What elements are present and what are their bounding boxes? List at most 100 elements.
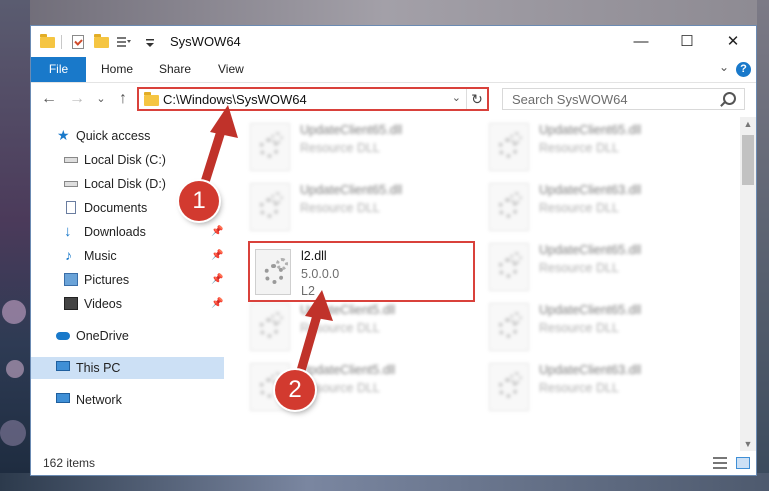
sidebar-item-label: Videos [84, 297, 122, 311]
file-item[interactable]: UpdateClient65.dll Resource DLL [250, 183, 480, 239]
address-path[interactable]: C:\Windows\SysWOW64 [163, 92, 307, 107]
dll-file-icon [489, 243, 529, 291]
quick-access-dropdown-icon[interactable] [144, 34, 160, 50]
videos-icon [64, 297, 78, 310]
pin-icon[interactable]: 📌 [211, 269, 223, 291]
blossom-decoration [0, 420, 26, 446]
file-item[interactable]: UpdateClient65.dll Resource DLL [489, 303, 719, 359]
up-button[interactable]: ↑ [113, 89, 133, 109]
customize-toolbar-icon[interactable] [116, 34, 132, 50]
dll-file-icon [489, 123, 529, 171]
folder-icon [144, 92, 159, 106]
file-type: Resource DLL [539, 261, 619, 275]
network-icon [56, 393, 70, 403]
pin-icon[interactable]: 📌 [211, 245, 223, 267]
tab-view[interactable]: View [218, 57, 244, 82]
file-name: UpdateClient65.dll [539, 243, 642, 257]
music-icon: ♪ [65, 247, 72, 263]
tab-share[interactable]: Share [159, 57, 191, 82]
expand-ribbon-icon[interactable]: ⌄ [719, 60, 729, 74]
vertical-scrollbar[interactable]: ▲ ▼ [740, 117, 756, 451]
file-item[interactable]: UpdateClient63.dll Resource DLL [489, 363, 719, 419]
window-title: SysWOW64 [170, 34, 241, 49]
file-name: UpdateClient65.dll [300, 123, 403, 137]
item-count: 162 items [43, 456, 96, 470]
address-dropdown-icon[interactable]: ⌄ [452, 91, 461, 104]
sidebar-item-label: Local Disk (D:) [84, 177, 166, 191]
file-name: UpdateClient65.dll [539, 303, 642, 317]
sidebar-item-label: Documents [84, 201, 148, 215]
blossom-decoration [2, 300, 26, 324]
large-icons-view-icon[interactable] [736, 457, 750, 469]
file-item[interactable]: UpdateClient65.dll Resource DLL [489, 123, 719, 179]
dll-file-icon [489, 303, 529, 351]
dll-file-icon [250, 303, 290, 351]
file-type: Resource DLL [539, 321, 619, 335]
file-item[interactable]: UpdateClient65.dll Resource DLL [489, 243, 719, 299]
cloud-icon [56, 332, 70, 340]
desktop-strip-left [0, 0, 30, 491]
sidebar-item-quick-access[interactable]: ★ Quick access [31, 125, 226, 147]
sidebar-item-pictures[interactable]: Pictures 📌 [31, 269, 226, 291]
sidebar-item-label: Network [76, 393, 122, 407]
search-placeholder: Search SysWOW64 [512, 92, 628, 107]
properties-icon[interactable] [71, 34, 87, 50]
drive-icon [64, 157, 78, 163]
search-input[interactable]: Search SysWOW64 [502, 88, 745, 110]
file-type: Resource DLL [300, 141, 380, 155]
tab-home[interactable]: Home [101, 57, 133, 82]
computer-icon [56, 361, 70, 371]
folder-icon [40, 34, 56, 50]
forward-button[interactable]: → [67, 89, 87, 109]
file-highlight-box [248, 241, 475, 302]
new-folder-icon[interactable] [94, 34, 110, 50]
file-item[interactable]: UpdateClient65.dll Resource DLL [250, 123, 480, 179]
scroll-down-arrow-icon[interactable]: ▼ [740, 439, 756, 449]
sidebar-item-label: This PC [76, 361, 121, 375]
file-type: Resource DLL [539, 201, 619, 215]
desktop-strip-right [757, 0, 769, 491]
sidebar-item-videos[interactable]: Videos 📌 [31, 293, 226, 315]
search-icon[interactable] [723, 92, 736, 105]
navigation-pane: ★ Quick access Local Disk (C:) Local Dis… [31, 117, 226, 451]
scrollbar-thumb[interactable] [742, 135, 754, 185]
navigation-bar: ← → ⌄ ↑ C:\Windows\SysWOW64 ⌄ ↻ Search S… [31, 83, 756, 117]
pictures-icon [64, 273, 78, 286]
ribbon-tabs: File Home Share View ⌄ ? [31, 57, 756, 83]
file-type: Resource DLL [300, 201, 380, 215]
sidebar-item-downloads[interactable]: ↓ Downloads 📌 [31, 221, 226, 243]
file-item[interactable]: UpdateClient5.dll Resource DLL [250, 303, 480, 359]
help-icon[interactable]: ? [736, 62, 751, 77]
dll-file-icon [250, 123, 290, 171]
pin-icon[interactable]: 📌 [211, 293, 223, 315]
sidebar-item-onedrive[interactable]: OneDrive [31, 325, 226, 347]
sidebar-item-label: Quick access [76, 129, 151, 143]
sidebar-item-label: OneDrive [76, 329, 129, 343]
sidebar-item-music[interactable]: ♪ Music 📌 [31, 245, 226, 267]
minimize-button[interactable]: — [618, 26, 664, 57]
maximize-button[interactable]: ☐ [664, 26, 710, 57]
file-name: UpdateClient5.dll [300, 303, 396, 317]
close-button[interactable]: ✕ [710, 26, 756, 57]
back-button[interactable]: ← [39, 89, 59, 109]
pin-icon[interactable]: 📌 [211, 221, 223, 243]
sidebar-item-network[interactable]: Network [31, 389, 226, 411]
sidebar-item-label: Pictures [84, 273, 130, 287]
separator [61, 35, 62, 49]
sidebar-item-this-pc[interactable]: This PC [31, 357, 224, 379]
drive-icon [64, 181, 78, 187]
file-item[interactable]: UpdateClient63.dll Resource DLL [489, 183, 719, 239]
document-icon [66, 201, 76, 214]
file-type: Resource DLL [300, 321, 380, 335]
file-type: Resource DLL [539, 381, 619, 395]
scroll-up-arrow-icon[interactable]: ▲ [740, 119, 756, 129]
details-view-icon[interactable] [713, 457, 727, 469]
sidebar-item-local-disk-c[interactable]: Local Disk (C:) [31, 149, 226, 171]
file-name: UpdateClient65.dll [539, 123, 642, 137]
dll-file-icon [250, 183, 290, 231]
refresh-button[interactable]: ↻ [466, 89, 487, 109]
address-bar[interactable]: C:\Windows\SysWOW64 ⌄ ↻ [137, 87, 489, 111]
tab-file[interactable]: File [31, 57, 86, 82]
recent-locations-button[interactable]: ⌄ [91, 89, 111, 109]
status-bar: 162 items [31, 451, 756, 475]
